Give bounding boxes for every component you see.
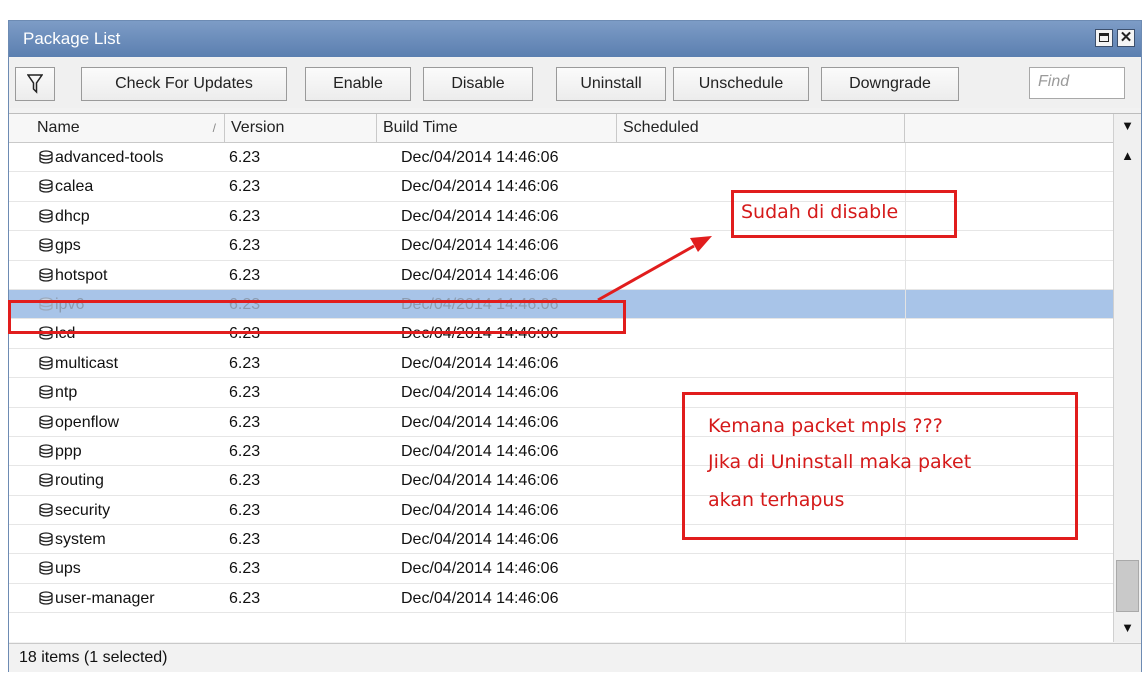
annotation-arrow: [597, 236, 712, 302]
